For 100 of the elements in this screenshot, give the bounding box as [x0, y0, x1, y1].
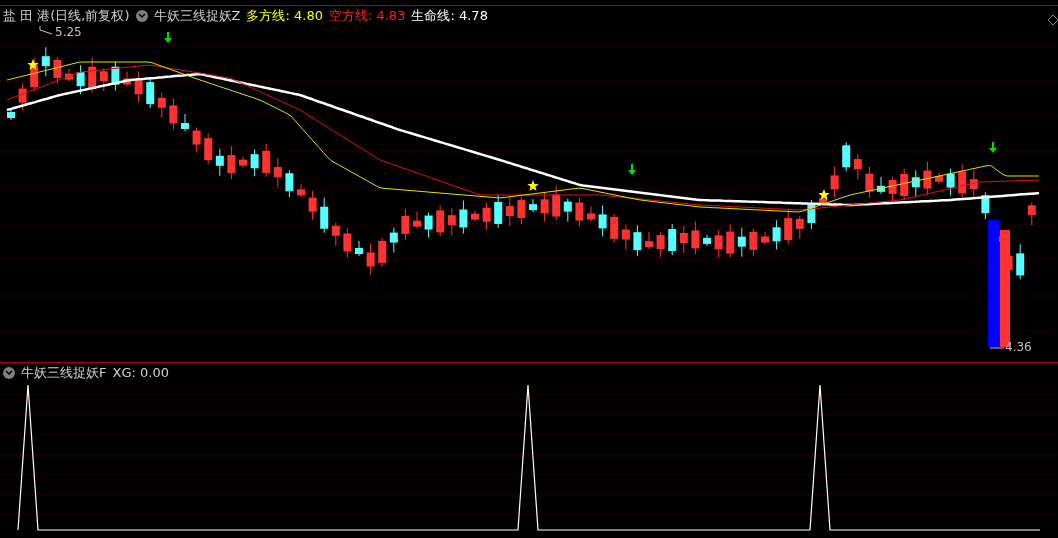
candlestick: [343, 228, 352, 258]
candlestick: [703, 234, 711, 247]
candlestick: [285, 169, 294, 198]
candlestick: [610, 213, 619, 244]
candlestick: [529, 198, 537, 213]
candlestick: [1016, 243, 1025, 280]
candlestick: [946, 168, 955, 197]
candlestick: [540, 191, 549, 222]
candlestick: [366, 243, 375, 275]
candlestick: [714, 229, 723, 258]
indicator-name: 牛妖三线捉妖Z: [153, 8, 241, 24]
candlestick: [923, 161, 932, 196]
candlestick: [250, 148, 259, 177]
candlestick: [123, 71, 131, 87]
candlestick: [958, 163, 967, 198]
collapse-icon[interactable]: [3, 367, 15, 379]
indicator-value: 生命线: 4.78: [411, 8, 488, 24]
candlestick: [471, 210, 479, 223]
candlestick: [911, 169, 920, 198]
down-arrow-icon: [989, 142, 997, 153]
star-icon: [527, 180, 539, 191]
candlestick: [830, 165, 839, 198]
leader-line: [989, 347, 1005, 349]
candlestick: [726, 224, 735, 259]
candlestick: [76, 64, 85, 95]
candlestick: [215, 148, 224, 177]
candlestick: [679, 225, 688, 254]
indicator-value: 多方线: 4.80: [246, 8, 323, 24]
candlestick: [587, 206, 595, 222]
candlestick: [41, 46, 50, 77]
candlestick: [633, 224, 642, 257]
candlestick: [552, 185, 561, 221]
candlestick: [401, 208, 410, 241]
star-icon: [818, 189, 830, 200]
candlestick: [517, 196, 526, 225]
candlestick: [413, 211, 421, 230]
price-label: 4.36: [1005, 340, 1032, 354]
candlestick: [749, 228, 758, 257]
candlestick: [355, 240, 363, 257]
candlestick: [505, 196, 514, 227]
candlestick: [181, 113, 189, 132]
stock-title: 盐 田 港(日线,前复权): [3, 8, 130, 24]
candlestick: [842, 141, 851, 172]
candlestick: [888, 176, 897, 203]
candlestick: [297, 183, 305, 198]
candlestick: [877, 176, 885, 195]
candlestick: [737, 227, 746, 258]
leader-line: [39, 25, 53, 35]
candlestick: [331, 222, 340, 247]
candlestick: [459, 200, 468, 234]
candlestick: [262, 143, 271, 178]
candlestick: [853, 153, 862, 180]
candlestick: [192, 127, 201, 154]
candlestick: [563, 198, 572, 223]
candlestick: [807, 199, 816, 230]
candlestick: [784, 208, 793, 245]
candlestick: [761, 231, 769, 246]
candlestick: [900, 168, 909, 201]
candlestick: [668, 223, 677, 256]
candlestick: [645, 231, 653, 250]
candlestick: [53, 56, 62, 85]
candlestick: [598, 204, 607, 237]
candlestick: [111, 61, 120, 92]
candlestick: [656, 231, 665, 258]
candlestick: [389, 227, 398, 254]
candlestick: [575, 197, 584, 228]
candlestick: [482, 202, 491, 231]
candlestick: [204, 132, 213, 165]
indicator-name: 牛妖三线捉妖F: [21, 365, 107, 381]
candlestick: [447, 207, 456, 236]
candlestick: [227, 145, 236, 180]
candlestick: [621, 224, 630, 251]
candlestick: [273, 157, 282, 188]
candlestick: [935, 172, 943, 185]
candlestick: [65, 68, 73, 83]
candlestick: [18, 83, 27, 112]
candlestick: [691, 220, 700, 255]
candlestick: [494, 194, 503, 229]
candlestick: [436, 204, 445, 237]
star-icon: [27, 59, 39, 70]
candlestick: [134, 70, 143, 103]
down-arrow-icon: [164, 32, 172, 43]
candlestick: [169, 97, 178, 130]
candlestick: [320, 197, 329, 234]
indicator-value: XG: 0.00: [112, 365, 169, 381]
candlestick: [239, 156, 247, 169]
candlestick: [99, 67, 108, 92]
down-arrow-icon: [628, 164, 636, 175]
collapse-icon[interactable]: [135, 10, 148, 22]
diamond-icon[interactable]: [1047, 14, 1058, 26]
candlestick: [772, 219, 781, 250]
candlestick: [424, 212, 433, 239]
candlestick: [865, 166, 874, 199]
candlestick: [378, 237, 387, 268]
candlestick: [981, 191, 990, 220]
candlestick: [7, 108, 15, 121]
candlestick: [146, 78, 155, 109]
indicator-value: 空方线: 4.83: [328, 8, 406, 24]
candlestick: [795, 215, 804, 240]
candlestick: [1027, 201, 1036, 226]
